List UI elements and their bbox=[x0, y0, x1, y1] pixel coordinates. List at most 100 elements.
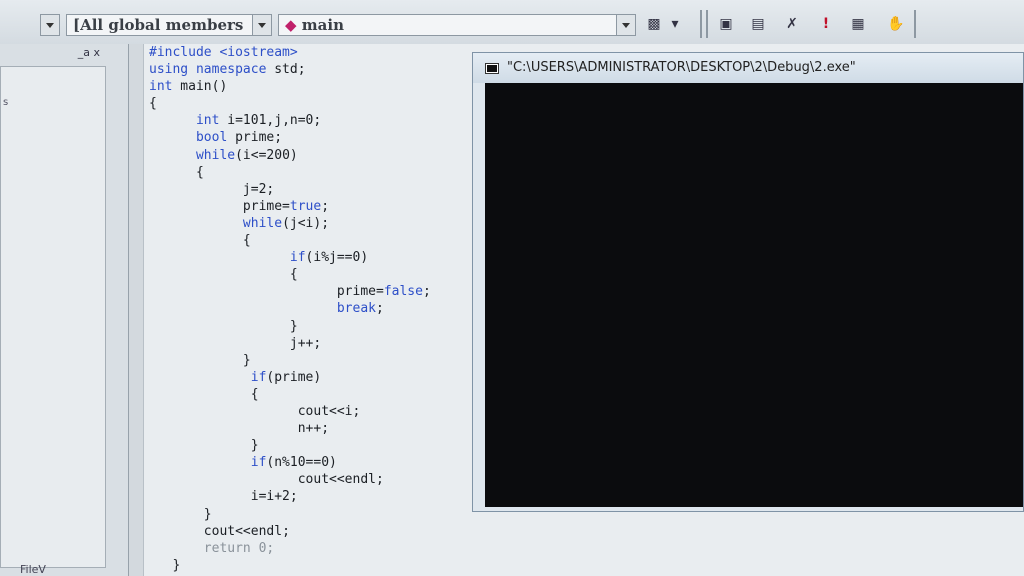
scope-combo[interactable]: [All global members bbox=[66, 14, 272, 36]
class-wizard-icon[interactable]: ▩ bbox=[642, 13, 666, 35]
code-token: { bbox=[250, 386, 259, 402]
code-line[interactable]: break; bbox=[149, 300, 431, 317]
code-token: ; bbox=[321, 198, 330, 214]
code-line[interactable]: int i=101,j,n=0; bbox=[149, 112, 431, 129]
stop-build-icon[interactable]: ✗ bbox=[780, 13, 804, 35]
diamond-icon: ◆ bbox=[285, 16, 297, 34]
code-token: } bbox=[172, 557, 181, 573]
code-token: } bbox=[289, 318, 298, 334]
build-icon[interactable]: ▤ bbox=[746, 13, 770, 35]
code-line[interactable]: prime=true; bbox=[149, 198, 431, 215]
code-token: ; bbox=[375, 301, 384, 317]
code-line[interactable]: { bbox=[149, 386, 431, 403]
editor-gutter bbox=[129, 44, 144, 576]
code-line[interactable]: } bbox=[149, 506, 431, 523]
insert-breakpoint-icon[interactable]: ▦ bbox=[846, 13, 870, 35]
code-token: break bbox=[336, 301, 376, 317]
code-line[interactable]: if(prime) bbox=[149, 369, 431, 386]
code-line[interactable]: int main() bbox=[149, 78, 431, 95]
code-line[interactable]: bool prime; bbox=[149, 129, 431, 146]
execute-icon[interactable]: ! bbox=[814, 13, 838, 35]
code-line[interactable]: i=i+2; bbox=[149, 488, 431, 505]
code-token: using namespace bbox=[149, 62, 267, 78]
code-line[interactable]: j=2; bbox=[149, 181, 431, 198]
chevron-down-icon[interactable] bbox=[616, 15, 635, 35]
code-token: std; bbox=[266, 62, 306, 78]
code-token: (prime) bbox=[266, 369, 322, 385]
code-token: { bbox=[195, 164, 204, 180]
code-token: } bbox=[242, 352, 251, 368]
code-token: } bbox=[203, 506, 212, 522]
code-line[interactable]: cout<<endl; bbox=[149, 471, 431, 488]
code-token: } bbox=[250, 438, 259, 454]
code-token: if bbox=[250, 455, 267, 471]
tree-item[interactable]: s bbox=[3, 97, 8, 108]
code-token: cout<<endl; bbox=[203, 523, 290, 539]
code-line[interactable]: } bbox=[149, 557, 431, 574]
code-line[interactable]: if(n%10==0) bbox=[149, 454, 431, 471]
code-token: i=i+2; bbox=[250, 489, 298, 505]
code-line[interactable]: } bbox=[149, 437, 431, 454]
code-token: (i%j==0) bbox=[305, 250, 369, 266]
code-line[interactable]: while(j<i); bbox=[149, 215, 431, 232]
console-output[interactable] bbox=[485, 83, 1023, 507]
code-line[interactable]: } bbox=[149, 352, 431, 369]
console-title: "C:\USERS\ADMINISTRATOR\DESKTOP\2\Debug\… bbox=[507, 60, 856, 75]
code-line[interactable]: cout<<i; bbox=[149, 403, 431, 420]
toolbar-separator bbox=[914, 10, 916, 38]
console-window[interactable]: "C:\USERS\ADMINISTRATOR\DESKTOP\2\Debug\… bbox=[472, 52, 1024, 512]
code-line[interactable]: } bbox=[149, 318, 431, 335]
go-icon[interactable]: ✋ bbox=[884, 13, 908, 35]
workspace-tree[interactable]: s bbox=[0, 66, 106, 568]
code-line[interactable]: { bbox=[149, 266, 431, 283]
code-token: (i<=200) bbox=[235, 147, 298, 163]
code-line[interactable]: { bbox=[149, 95, 431, 112]
toolbar-separator bbox=[706, 10, 708, 38]
code-line[interactable]: #include <iostream> bbox=[149, 44, 431, 61]
code-line[interactable]: return 0; bbox=[149, 540, 431, 557]
code-token: #include <iostream> bbox=[149, 45, 298, 60]
toolbar: [All global members ◆ main ▩ ▾ ▣ ▤ ✗ ! ▦… bbox=[0, 0, 1024, 45]
chevron-down-icon[interactable]: ▾ bbox=[668, 13, 682, 35]
code-line[interactable]: if(i%j==0) bbox=[149, 249, 431, 266]
workspace-pane: _a x s FileV bbox=[0, 44, 129, 576]
code-token: while bbox=[242, 215, 283, 231]
code-token: { bbox=[149, 96, 157, 112]
code-token: bool bbox=[195, 130, 228, 146]
code-token: main() bbox=[172, 79, 228, 95]
code-token: (n%10==0) bbox=[266, 455, 337, 471]
code-token: int bbox=[149, 79, 173, 95]
code-token: j++; bbox=[289, 335, 322, 351]
pane-close-buttons[interactable]: _a x bbox=[78, 46, 100, 59]
compile-icon[interactable]: ▣ bbox=[714, 13, 738, 35]
code-token: (j<i); bbox=[282, 215, 330, 231]
code-line[interactable]: while(i<=200) bbox=[149, 147, 431, 164]
console-titlebar[interactable]: "C:\USERS\ADMINISTRATOR\DESKTOP\2\Debug\… bbox=[473, 53, 1023, 83]
code-token: return 0; bbox=[203, 540, 275, 556]
code-line[interactable]: { bbox=[149, 164, 431, 181]
code-token: i=101,j,n=0; bbox=[219, 113, 322, 129]
code-token: false bbox=[383, 284, 423, 300]
code-token: cout<<endl; bbox=[297, 472, 384, 488]
code-token: prime= bbox=[336, 284, 384, 300]
code-line[interactable]: prime=false; bbox=[149, 283, 431, 300]
toolbar-dropdown-button[interactable] bbox=[40, 14, 60, 36]
code-token: int bbox=[195, 113, 220, 129]
code-token: { bbox=[289, 267, 298, 283]
code-line[interactable]: j++; bbox=[149, 335, 431, 352]
code-text[interactable]: #include <iostream> using namespace std; i… bbox=[149, 44, 431, 574]
function-combo-value: main bbox=[301, 16, 344, 34]
console-window-icon bbox=[485, 63, 499, 74]
code-token: if bbox=[289, 250, 306, 266]
code-token: { bbox=[242, 233, 251, 249]
fileview-tab[interactable]: FileV bbox=[20, 563, 46, 576]
code-line[interactable]: n++; bbox=[149, 420, 431, 437]
code-line[interactable]: using namespace std; bbox=[149, 61, 431, 78]
code-token: while bbox=[195, 147, 236, 163]
code-line[interactable]: cout<<endl; bbox=[149, 523, 431, 540]
code-token: true bbox=[289, 198, 322, 214]
chevron-down-icon[interactable] bbox=[252, 15, 271, 35]
code-line[interactable]: { bbox=[149, 232, 431, 249]
code-token: prime= bbox=[242, 198, 290, 214]
function-combo[interactable]: ◆ main bbox=[278, 14, 636, 36]
